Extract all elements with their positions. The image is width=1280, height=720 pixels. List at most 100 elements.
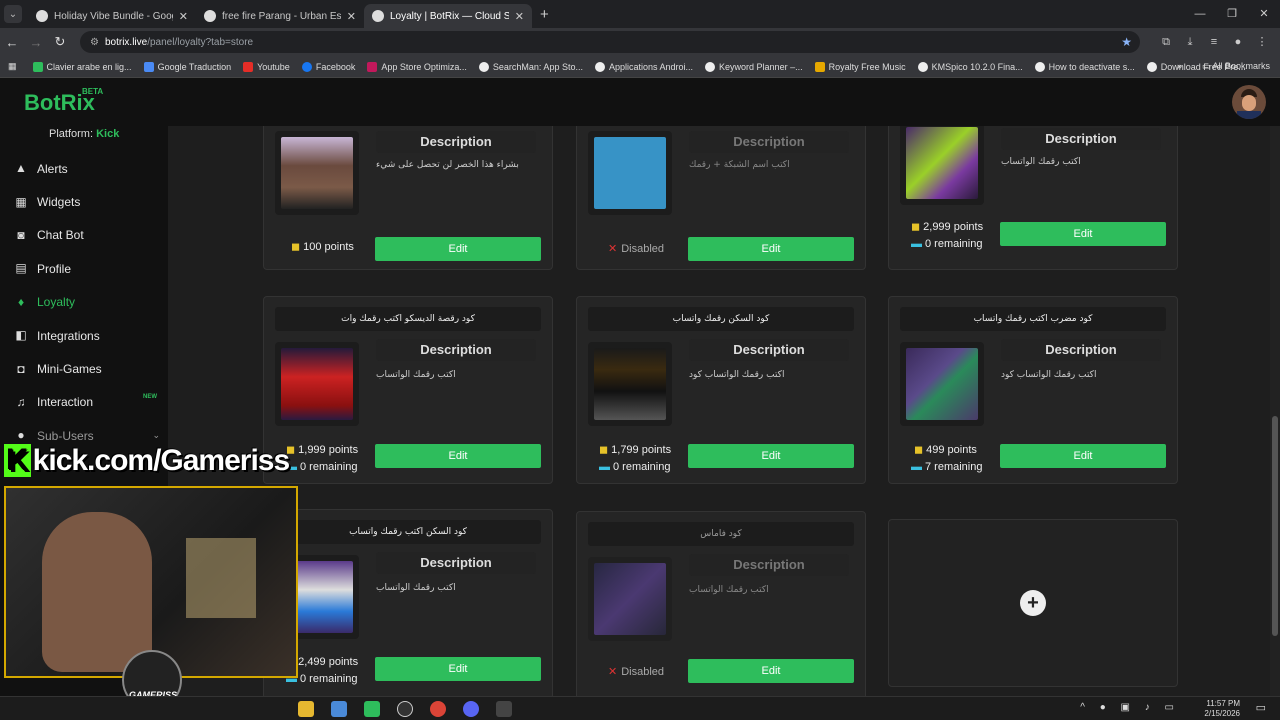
translate-icon <box>143 61 154 72</box>
points-value: 1,799 points <box>611 444 672 456</box>
bookmark-item[interactable]: Keyword Planner –... <box>705 61 803 72</box>
download-icon[interactable]: ⤓ <box>1178 28 1202 56</box>
all-bookmarks[interactable]: ▭ All Bookmarks <box>1202 61 1270 72</box>
url-input[interactable]: ⚙ botrix.live/panel/loyalty?tab=store ★ <box>80 31 1140 53</box>
description-heading: Description <box>689 131 849 153</box>
bookmark-item[interactable]: Google Traduction <box>143 61 231 72</box>
sidebar-item-widgets[interactable]: ▦ Widgets <box>0 185 168 218</box>
back-icon[interactable]: ← <box>0 35 24 50</box>
browser-tab-bar: ⌄ Holiday Vibe Bundle - Google S ✕ free … <box>0 0 1280 28</box>
item-description: اكتب رقمك الواتساب كود <box>1001 370 1097 380</box>
item-image <box>900 342 984 426</box>
close-tab-icon[interactable]: ✕ <box>347 10 356 23</box>
close-tab-icon[interactable]: ✕ <box>179 10 188 23</box>
sidebar-item-integrations[interactable]: ◧ Integrations <box>0 319 168 352</box>
scrollbar[interactable] <box>1270 126 1280 696</box>
bookmark-item[interactable]: How to deactivate s... <box>1034 61 1135 72</box>
edit-button[interactable]: Edit <box>688 444 854 468</box>
system-tray-icons[interactable]: ^ ● ▣ ♪ ▭ <box>1080 702 1180 713</box>
tab-title: free fire Parang - Urban Escapa <box>222 10 341 22</box>
background-object <box>186 538 256 618</box>
bookmark-item[interactable]: Applications Androi... <box>594 61 693 72</box>
sidebar-item-chat-bot[interactable]: ◙ Chat Bot <box>0 219 168 252</box>
item-title: كود رقصة الديسكو اكتب رقمك وات <box>275 307 541 331</box>
user-avatar[interactable] <box>1232 85 1266 119</box>
app-header: BotRix BETA <box>0 78 1280 126</box>
item-points: ◼ 2,999 points <box>911 220 983 233</box>
bookmark-item[interactable]: App Store Optimiza... <box>367 61 467 72</box>
notepad-icon[interactable] <box>331 701 347 717</box>
edit-button[interactable]: Edit <box>1000 444 1166 468</box>
browser-tab-active[interactable]: Loyalty | BotRix — Cloud Strean ✕ <box>364 4 532 28</box>
bookmark-star-icon[interactable]: ★ <box>1121 35 1132 49</box>
bookmark-item[interactable]: Facebook <box>301 61 355 72</box>
item-remaining: ▬ 0 remaining <box>599 461 670 473</box>
profile-icon[interactable]: ● <box>1226 28 1250 56</box>
store-item-card: Description اكتب اسم الشبكة + رقمك ✕ Disa… <box>576 126 866 270</box>
bookmark-label: Youtube <box>257 61 290 72</box>
item-description: اكتب رقمك الواتساب <box>689 585 769 595</box>
sidebar-item-loyalty[interactable]: ♦ Loyalty <box>0 286 168 319</box>
edit-button[interactable]: Edit <box>375 657 541 681</box>
close-icon[interactable]: ✕ <box>1248 0 1280 28</box>
bookmark-item[interactable]: Royalty Free Music <box>814 61 906 72</box>
profile-icon: ▤ <box>15 261 27 276</box>
sidebar-item-interaction[interactable]: ♫ Interaction NEW <box>0 386 168 419</box>
plus-icon[interactable]: + <box>1020 590 1046 616</box>
edit-button[interactable]: Edit <box>688 237 854 261</box>
maximize-icon[interactable]: ❐ <box>1216 0 1248 28</box>
google-icon <box>204 10 216 22</box>
add-item-card[interactable]: + <box>888 519 1178 687</box>
edit-button[interactable]: Edit <box>375 237 541 261</box>
clock[interactable]: 11:57 PM 2/15/2026 <box>1204 699 1240 719</box>
globe-icon <box>917 61 928 72</box>
file-explorer-icon[interactable] <box>298 701 314 717</box>
close-tab-icon[interactable]: ✕ <box>515 10 524 23</box>
loyalty-store: Description بشراء هذا الخصر لن تحصل على … <box>168 126 1270 696</box>
apps-icon[interactable]: ▦ <box>8 61 17 72</box>
browser-tab[interactable]: Holiday Vibe Bundle - Google S ✕ <box>28 4 196 28</box>
forward-icon[interactable]: → <box>24 35 48 50</box>
new-tab-button[interactable]: + <box>540 6 549 23</box>
edit-button[interactable]: Edit <box>1000 222 1166 246</box>
sidebar-item-label: Mini-Games <box>37 362 102 377</box>
reload-icon[interactable]: ↻ <box>48 34 72 50</box>
item-remaining: ▬ 7 remaining <box>911 461 982 473</box>
menu-icon[interactable]: ⋮ <box>1250 28 1274 56</box>
minimize-icon[interactable]: — <box>1184 0 1216 28</box>
bookmark-item[interactable]: Youtube <box>243 61 290 72</box>
edit-button[interactable]: Edit <box>688 659 854 683</box>
more-bookmarks-icon[interactable]: » <box>1177 61 1182 71</box>
tab-search-button[interactable]: ⌄ <box>4 5 22 23</box>
remaining-value: 0 remaining <box>300 673 358 685</box>
all-bookmarks-label: All Bookmarks <box>1212 61 1270 71</box>
media-icon[interactable]: ≡ <box>1202 28 1226 56</box>
discord-icon[interactable] <box>463 701 479 717</box>
window-controls: — ❐ ✕ <box>1184 0 1280 28</box>
sidebar-item-mini-games[interactable]: ◘ Mini-Games <box>0 352 168 385</box>
site-info-icon[interactable]: ⚙ <box>90 37 99 48</box>
bookmark-item[interactable]: KMSpico 10.2.0 Fina... <box>917 61 1023 72</box>
cart-icon: ▬ <box>599 461 610 473</box>
browser-tab[interactable]: free fire Parang - Urban Escapa ✕ <box>196 4 364 28</box>
coins-icon: ◼ <box>911 221 921 233</box>
item-remaining: ▬ 0 remaining <box>911 238 982 250</box>
scrollbar-thumb[interactable] <box>1272 416 1278 636</box>
item-title: كود السكن اكتب رقمك واتساب <box>275 520 541 544</box>
bookmark-item[interactable]: SearchMan: App Sto... <box>478 61 583 72</box>
store-item-card: كود مضرب اكتب رقمك واتساب Description اك… <box>888 296 1178 484</box>
store-item-card: كود رقصة الديسكو اكتب رقمك وات Descripti… <box>263 296 553 484</box>
chrome-icon[interactable] <box>430 701 446 717</box>
edit-button[interactable]: Edit <box>375 444 541 468</box>
sidebar-item-profile[interactable]: ▤ Profile <box>0 252 168 285</box>
new-badge: NEW <box>143 393 157 400</box>
app-icon[interactable] <box>496 701 512 717</box>
disabled-status: ✕ Disabled <box>608 665 664 678</box>
bookmark-item[interactable]: Clavier arabe en lig... <box>32 61 132 72</box>
obs-icon[interactable] <box>397 701 413 717</box>
app-icon[interactable] <box>364 701 380 717</box>
sidebar-item-alerts[interactable]: ▲ Alerts <box>0 152 168 185</box>
notifications-icon[interactable]: ▭ <box>1256 701 1266 714</box>
store-item-card: Description اكتب رقمك الواتساب ◼ 2,999 po… <box>888 126 1178 270</box>
extensions-icon[interactable]: ⧉ <box>1154 28 1178 56</box>
